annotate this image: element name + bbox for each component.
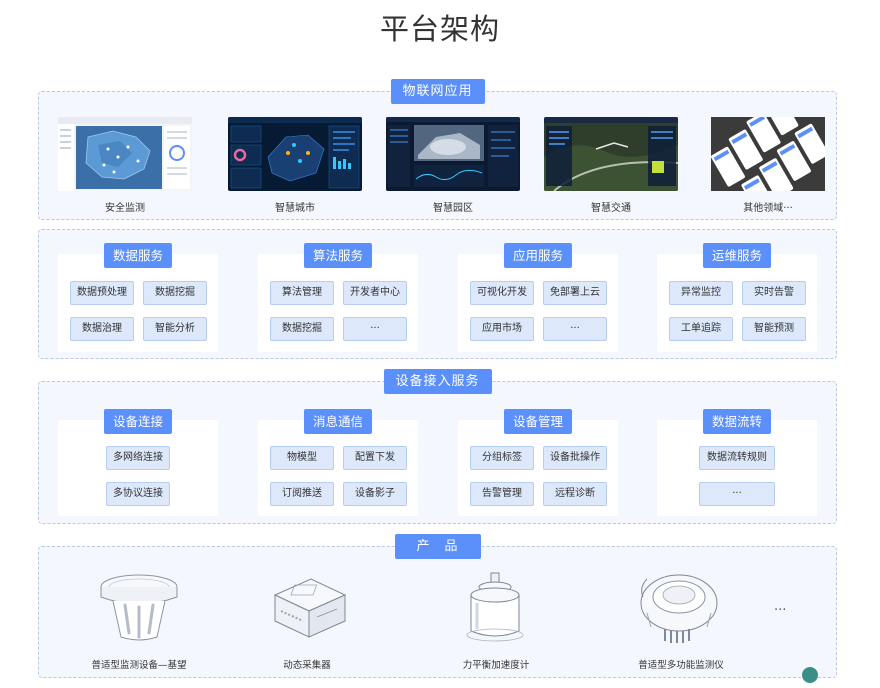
device-connect-box: 设备连接 多网络连接 多协议连接 — [58, 409, 218, 516]
chip-more[interactable]: ··· — [699, 482, 775, 506]
chip-device-shadow[interactable]: 设备影子 — [343, 482, 407, 506]
chip-anomaly-monitor[interactable]: 异常监控 — [669, 281, 733, 305]
products-tag: 产 品 — [394, 534, 481, 559]
smart-park-screenshot — [386, 117, 520, 191]
safety-monitoring-screenshot — [58, 117, 192, 191]
smart-city-screenshot — [228, 117, 362, 191]
product-accelerometer[interactable] — [463, 569, 527, 645]
chip-thing-model[interactable]: 物模型 — [270, 446, 334, 470]
floating-button[interactable] — [802, 667, 818, 683]
app-smart-traffic[interactable]: 智慧交通 — [544, 117, 678, 214]
chip-realtime-alert[interactable]: 实时告警 — [742, 281, 806, 305]
chip-cloud-deploy[interactable]: 免部署上云 — [543, 281, 607, 305]
chip-alarm-management[interactable]: 告警管理 — [470, 482, 534, 506]
data-service-title[interactable]: 数据服务 — [103, 243, 173, 268]
operations-service-box: 运维服务 异常监控 实时告警 工单追踪 智能预测 — [657, 243, 817, 352]
monitoring-device-icon — [100, 574, 178, 641]
algorithm-service-title[interactable]: 算法服务 — [303, 243, 373, 268]
chip-remote-diagnosis[interactable]: 远程诊断 — [543, 482, 607, 506]
chip-data-flow-rules[interactable]: 数据流转规则 — [699, 446, 775, 470]
chip-data-mining[interactable]: 数据挖掘 — [270, 317, 334, 341]
app-smart-park[interactable]: 智慧园区 — [386, 117, 520, 214]
app-label: 智慧城市 — [275, 203, 315, 214]
product-monitoring-device[interactable] — [99, 571, 179, 645]
chip-more[interactable]: ··· — [343, 317, 407, 341]
app-smart-city[interactable]: 智慧城市 — [228, 117, 362, 214]
application-service-title[interactable]: 应用服务 — [503, 243, 573, 268]
app-label: 智慧交通 — [591, 203, 631, 214]
app-other-fields[interactable]: 其他领域··· — [701, 117, 835, 214]
app-label: 安全监测 — [105, 203, 145, 214]
chip-smart-prediction[interactable]: 智能预测 — [742, 317, 806, 341]
product-label: 动态采集器 — [283, 660, 331, 671]
chip-smart-analysis[interactable]: 智能分析 — [143, 317, 207, 341]
products-section: 产 品 普适型监测设备—基望 动态采集器 力平衡加速度计 普适型多功能监测仪 ·… — [38, 534, 837, 683]
chip-batch-operation[interactable]: 设备批操作 — [543, 446, 607, 470]
chip-data-preprocess[interactable]: 数据预处理 — [70, 281, 134, 305]
product-data-collector[interactable] — [269, 573, 349, 643]
device-access-section: 设备接入服务 设备连接 多网络连接 多协议连接 消息通信 物模型 配置下发 订阅… — [38, 369, 837, 524]
algorithm-service-box: 算法服务 算法管理 开发者中心 数据挖掘 ··· — [258, 243, 418, 352]
product-label: 力平衡加速度计 — [462, 660, 530, 671]
chip-more[interactable]: ··· — [543, 317, 607, 341]
accelerometer-icon — [466, 572, 524, 642]
app-label: 其他领域··· — [743, 203, 793, 214]
chip-ticket-tracking[interactable]: 工单追踪 — [669, 317, 733, 341]
chip-multi-network[interactable]: 多网络连接 — [106, 446, 170, 470]
chip-data-governance[interactable]: 数据治理 — [70, 317, 134, 341]
app-safety-monitoring[interactable]: 安全监测 — [58, 117, 192, 214]
device-access-tag: 设备接入服务 — [383, 369, 492, 394]
chip-app-market[interactable]: 应用市场 — [470, 317, 534, 341]
message-comm-box: 消息通信 物模型 配置下发 订阅推送 设备影子 — [258, 409, 418, 516]
chip-group-tags[interactable]: 分组标签 — [470, 446, 534, 470]
data-service-box: 数据服务 数据预处理 数据挖掘 数据治理 智能分析 — [58, 243, 218, 352]
data-flow-box: 数据流转 数据流转规则 ··· — [657, 409, 817, 516]
device-connect-title[interactable]: 设备连接 — [103, 409, 173, 434]
chip-config-dispatch[interactable]: 配置下发 — [343, 446, 407, 470]
product-label: 普适型多功能监测仪 — [638, 660, 724, 671]
device-management-box: 设备管理 分组标签 设备批操作 告警管理 远程诊断 — [458, 409, 618, 516]
message-comm-title[interactable]: 消息通信 — [303, 409, 373, 434]
iot-apps-section: 物联网应用 安全监测 智慧城市 智慧园区 智慧交通 其他领域··· — [38, 79, 837, 220]
other-fields-screenshot — [701, 117, 835, 191]
chip-algorithm-management[interactable]: 算法管理 — [270, 281, 334, 305]
chip-multi-protocol[interactable]: 多协议连接 — [106, 482, 170, 506]
products-more[interactable]: ··· — [774, 603, 786, 618]
iot-apps-tag: 物联网应用 — [390, 79, 485, 104]
device-management-title[interactable]: 设备管理 — [503, 409, 573, 434]
services-section: 数据服务 数据预处理 数据挖掘 数据治理 智能分析 算法服务 算法管理 开发者中… — [38, 229, 837, 359]
data-collector-icon — [273, 578, 347, 638]
data-flow-title[interactable]: 数据流转 — [702, 409, 772, 434]
operations-service-title[interactable]: 运维服务 — [702, 243, 772, 268]
product-multifunction-monitor[interactable] — [637, 569, 721, 645]
page-title: 平台架构 — [379, 12, 500, 46]
smart-traffic-screenshot — [544, 117, 678, 191]
chip-data-mining[interactable]: 数据挖掘 — [143, 281, 207, 305]
chip-developer-center[interactable]: 开发者中心 — [343, 281, 407, 305]
app-label: 智慧园区 — [433, 203, 473, 214]
chip-subscribe-push[interactable]: 订阅推送 — [270, 482, 334, 506]
application-service-box: 应用服务 可视化开发 免部署上云 应用市场 ··· — [458, 243, 618, 352]
product-label: 普适型监测设备—基望 — [91, 660, 187, 671]
chip-visual-development[interactable]: 可视化开发 — [470, 281, 534, 305]
multifunction-monitor-icon — [640, 574, 718, 643]
